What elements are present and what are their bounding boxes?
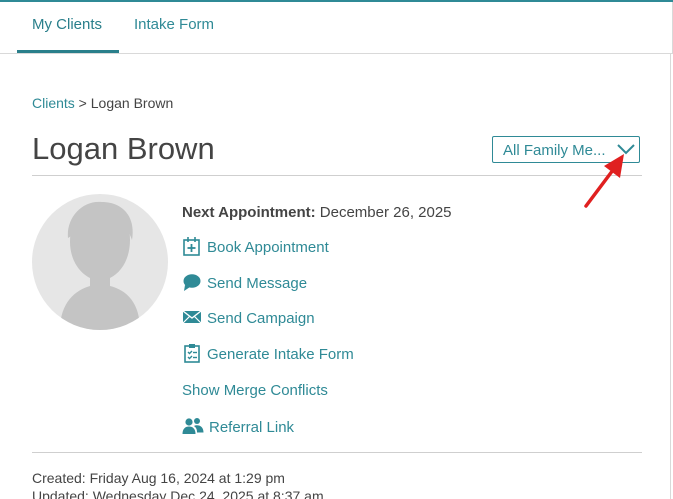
show-merge-conflicts-link[interactable]: Show Merge Conflicts — [182, 382, 328, 399]
tab-my-clients[interactable]: My Clients — [32, 16, 102, 33]
tab-bar: My Clients Intake Form — [0, 2, 673, 54]
title-divider — [32, 175, 642, 176]
avatar — [32, 194, 168, 330]
panel-border — [670, 54, 671, 499]
generate-intake-form-link[interactable]: Generate Intake Form — [182, 343, 354, 363]
send-message-label: Send Message — [207, 275, 308, 292]
generate-intake-form-label: Generate Intake Form — [207, 346, 354, 363]
next-appointment-value: December 26, 2025 — [315, 204, 452, 221]
breadcrumb-current: Logan Brown — [90, 95, 174, 111]
breadcrumb-separator: > — [74, 95, 91, 111]
meta-divider — [32, 452, 642, 453]
users-icon — [182, 418, 204, 434]
send-campaign-link[interactable]: Send Campaign — [182, 307, 315, 327]
next-appointment: Next Appointment: December 26, 2025 — [182, 204, 452, 221]
active-tab-indicator — [17, 50, 119, 53]
breadcrumb-clients-link[interactable]: Clients — [32, 95, 75, 111]
referral-link[interactable]: Referral Link — [182, 416, 294, 436]
book-appointment-link[interactable]: Book Appointment — [182, 236, 329, 256]
page-title: Logan Brown — [32, 131, 215, 166]
book-appointment-label: Book Appointment — [207, 239, 329, 256]
send-campaign-label: Send Campaign — [207, 310, 315, 327]
created-timestamp: Created: Friday Aug 16, 2024 at 1:29 pm — [32, 470, 285, 486]
next-appointment-label: Next Appointment: — [182, 204, 316, 221]
chat-bubble-icon — [183, 274, 201, 291]
annotation-arrow-icon — [584, 154, 624, 208]
referral-link-label: Referral Link — [209, 419, 295, 436]
breadcrumb: Clients > Logan Brown — [32, 95, 173, 111]
send-message-link[interactable]: Send Message — [182, 272, 307, 292]
envelope-icon — [182, 310, 202, 324]
updated-timestamp: Updated: Wednesday Dec 24, 2025 at 8:37 … — [32, 488, 324, 499]
clipboard-check-icon — [184, 344, 200, 363]
calendar-plus-icon — [183, 237, 200, 256]
tab-intake-form[interactable]: Intake Form — [134, 16, 214, 33]
